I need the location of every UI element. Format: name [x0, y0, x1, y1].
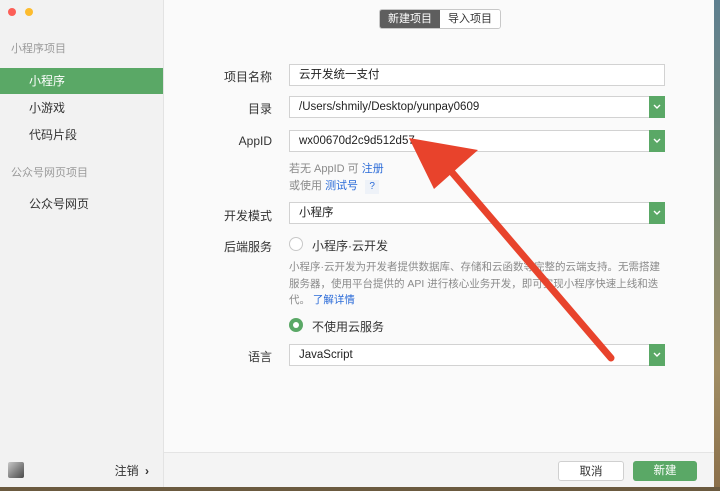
dev-mode-value: 小程序 [299, 207, 334, 219]
sidebar-item-mini-game[interactable]: 小游戏 [0, 95, 163, 121]
help-icon[interactable]: ? [365, 180, 380, 194]
radio-no-cloud-label[interactable]: 不使用云服务 [312, 318, 384, 335]
new-project-window: 小程序项目 小程序 小游戏 代码片段 公众号网页项目 公众号网页 注销 › 新建… [0, 0, 714, 487]
radio-cloud-dev[interactable] [289, 237, 303, 251]
language-label: 语言 [247, 350, 272, 364]
radio-cloud-dev-label[interactable]: 小程序·云开发 [312, 237, 388, 254]
dialog-footer: 取消 新建 [164, 452, 714, 487]
project-name-value: 云开发统一支付 [299, 69, 380, 81]
tab-import-project[interactable]: 导入项目 [440, 10, 500, 28]
directory-value: /Users/shmily/Desktop/yunpay0609 [299, 101, 480, 113]
chevron-down-icon[interactable] [649, 344, 665, 366]
appid-input[interactable]: wx00670d2c9d512d57 [289, 130, 665, 152]
sidebar-item-official-account-web[interactable]: 公众号网页 [0, 191, 163, 217]
appid-label: AppID [238, 134, 272, 148]
chevron-down-icon[interactable] [649, 130, 665, 152]
test-account-hint: 或使用 测试号 ? [289, 177, 380, 194]
project-name-label: 项目名称 [223, 70, 272, 84]
logout-link[interactable]: 注销 › [115, 462, 149, 479]
desktop-background [714, 0, 720, 491]
close-window-button[interactable] [8, 8, 16, 16]
main-panel: 新建项目 导入项目 项目名称 云开发统一支付 目录 /Users/shmily/… [164, 0, 714, 487]
logout-label: 注销 [114, 464, 139, 478]
radio-no-cloud[interactable] [289, 318, 303, 332]
section-title-official-account: 公众号网页项目 [11, 167, 88, 179]
user-avatar[interactable] [8, 462, 24, 478]
cancel-button[interactable]: 取消 [558, 461, 624, 481]
learn-more-link[interactable]: 了解详情 [313, 294, 355, 306]
dev-mode-label: 开发模式 [223, 209, 272, 223]
directory-select[interactable]: /Users/shmily/Desktop/yunpay0609 [289, 96, 665, 118]
sidebar: 小程序项目 小程序 小游戏 代码片段 公众号网页项目 公众号网页 注销 › [0, 0, 164, 487]
chevron-down-icon[interactable] [649, 96, 665, 118]
section-title-mini-program: 小程序项目 [11, 43, 66, 55]
sidebar-item-code-snippet[interactable]: 代码片段 [0, 122, 163, 148]
hint-text: 若无 AppID 可 [289, 163, 359, 175]
directory-label: 目录 [247, 102, 272, 116]
tab-new-project[interactable]: 新建项目 [380, 10, 440, 28]
minimize-window-button[interactable] [25, 8, 33, 16]
chevron-right-icon: › [145, 464, 149, 478]
backend-service-label: 后端服务 [223, 240, 272, 254]
language-select[interactable]: JavaScript [289, 344, 665, 366]
desktop-background-bottom [0, 487, 720, 491]
language-value: JavaScript [299, 349, 353, 361]
dev-mode-select[interactable]: 小程序 [289, 202, 665, 224]
test-account-link[interactable]: 测试号 [325, 180, 358, 192]
appid-register-hint: 若无 AppID 可 注册 [289, 160, 384, 176]
project-mode-tabs: 新建项目 导入项目 [379, 9, 501, 29]
appid-value: wx00670d2c9d512d57 [299, 135, 415, 147]
hint-text: 或使用 [289, 180, 322, 192]
create-button[interactable]: 新建 [633, 461, 697, 481]
cloud-dev-description: 小程序·云开发为开发者提供数据库、存储和云函数等完整的云端支持。无需搭建服务器，… [289, 259, 665, 309]
register-link[interactable]: 注册 [362, 163, 384, 175]
sidebar-item-mini-program[interactable]: 小程序 [0, 68, 163, 94]
project-name-input[interactable]: 云开发统一支付 [289, 64, 665, 86]
chevron-down-icon[interactable] [649, 202, 665, 224]
sidebar-footer: 注销 › [0, 458, 163, 482]
